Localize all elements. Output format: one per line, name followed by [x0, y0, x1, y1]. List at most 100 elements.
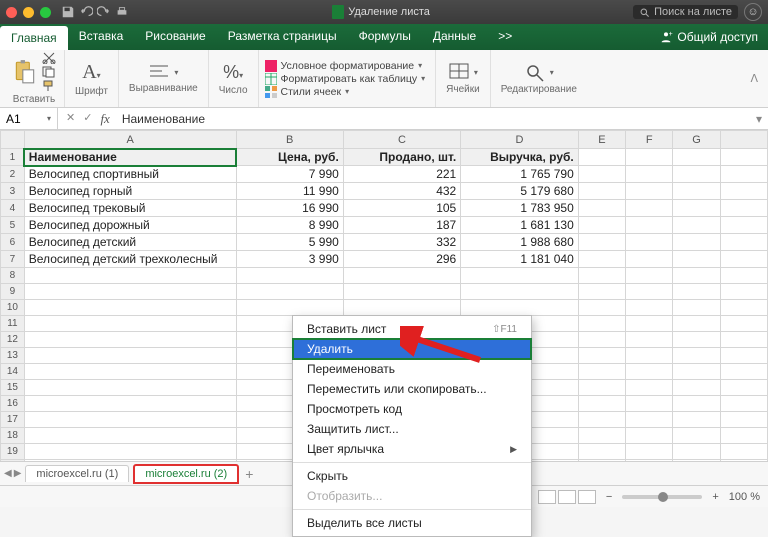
undo-icon[interactable] — [79, 5, 93, 19]
zoom-in-button[interactable]: + — [712, 491, 718, 503]
conditional-formatting-button[interactable]: Условное форматирование▾ — [265, 60, 426, 72]
menu-rename-sheet[interactable]: Переименовать — [293, 359, 531, 379]
select-all-corner[interactable] — [1, 131, 25, 149]
name-box[interactable]: A1▾ — [0, 108, 58, 129]
cell[interactable]: Наименование — [24, 149, 236, 166]
cell[interactable]: Продано, шт. — [343, 149, 460, 166]
save-icon[interactable] — [61, 5, 75, 19]
tab-home[interactable]: Главная — [0, 26, 68, 50]
tab-insert[interactable]: Вставка — [68, 24, 135, 50]
col-header[interactable]: E — [578, 131, 625, 149]
menu-protect-sheet[interactable]: Защитить лист... — [293, 419, 531, 439]
cell[interactable]: 105 — [343, 200, 460, 217]
cell[interactable]: 11 990 — [236, 183, 343, 200]
col-header[interactable] — [720, 131, 767, 149]
tab-data[interactable]: Данные — [422, 24, 487, 50]
cell[interactable]: 432 — [343, 183, 460, 200]
accept-formula-icon[interactable]: ✓ — [83, 111, 92, 127]
format-painter-icon[interactable] — [42, 80, 56, 92]
window-title: Удаление листа — [348, 6, 430, 18]
tab-page-layout[interactable]: Разметка страницы — [217, 24, 348, 50]
add-sheet-button[interactable]: + — [245, 466, 253, 482]
menu-view-code[interactable]: Просмотреть код — [293, 399, 531, 419]
search-icon — [639, 7, 650, 18]
menu-hide-sheet[interactable]: Скрыть — [293, 466, 531, 486]
close-window-icon[interactable] — [6, 7, 17, 18]
tab-formulas[interactable]: Формулы — [348, 24, 422, 50]
search-input[interactable]: Поиск на листе — [633, 5, 738, 19]
cell[interactable]: 187 — [343, 217, 460, 234]
cell[interactable]: 1 765 790 — [461, 166, 579, 183]
copy-icon[interactable] — [42, 66, 56, 78]
window-controls[interactable] — [6, 7, 51, 18]
zoom-slider[interactable] — [622, 495, 702, 499]
format-as-table-button[interactable]: Форматировать как таблицу▾ — [265, 73, 426, 85]
sheet-tab-1[interactable]: microexcel.ru (1) — [25, 465, 129, 482]
col-header[interactable]: G — [673, 131, 720, 149]
editing-icon[interactable] — [524, 62, 546, 82]
cell[interactable]: Велосипед детский — [24, 234, 236, 251]
cell[interactable]: 8 990 — [236, 217, 343, 234]
cell[interactable]: Выручка, руб. — [461, 149, 579, 166]
share-button[interactable]: + Общий доступ — [649, 24, 768, 50]
menu-insert-sheet[interactable]: Вставить лист⇧F11 — [293, 319, 531, 339]
cancel-formula-icon[interactable]: ✕ — [66, 111, 75, 127]
cells-icon[interactable] — [448, 62, 470, 82]
sheet-tab-2[interactable]: microexcel.ru (2) — [133, 464, 239, 484]
redo-icon[interactable] — [97, 5, 111, 19]
font-label-icon[interactable]: A▾ — [82, 61, 100, 84]
tab-more[interactable]: >> — [487, 24, 523, 50]
cond-format-icon — [265, 60, 277, 72]
col-header[interactable]: F — [626, 131, 673, 149]
sheet-nav-next-icon[interactable]: ▶ — [14, 468, 22, 479]
menu-unhide-sheet: Отобразить... — [293, 486, 531, 506]
col-header[interactable]: C — [343, 131, 460, 149]
cell[interactable]: Цена, руб. — [236, 149, 343, 166]
cell-styles-button[interactable]: Стили ячеек▾ — [265, 86, 426, 98]
cell[interactable]: 1 181 040 — [461, 251, 579, 268]
cut-icon[interactable] — [42, 52, 56, 64]
menu-select-all-sheets[interactable]: Выделить все листы — [293, 513, 531, 533]
sheet-nav-prev-icon[interactable]: ◀ — [4, 468, 12, 479]
cell[interactable]: 3 990 — [236, 251, 343, 268]
zoom-out-button[interactable]: − — [606, 491, 612, 503]
minimize-window-icon[interactable] — [23, 7, 34, 18]
cell[interactable]: Велосипед трековый — [24, 200, 236, 217]
tab-draw[interactable]: Рисование — [134, 24, 216, 50]
cell[interactable]: 7 990 — [236, 166, 343, 183]
feedback-icon[interactable]: ☺ — [744, 3, 762, 21]
cell[interactable]: 16 990 — [236, 200, 343, 217]
cell[interactable]: 5 990 — [236, 234, 343, 251]
page-layout-view-icon[interactable] — [558, 490, 576, 504]
svg-text:+: + — [669, 31, 673, 38]
page-break-view-icon[interactable] — [578, 490, 596, 504]
cell[interactable]: Велосипед спортивный — [24, 166, 236, 183]
collapse-ribbon-icon[interactable]: ᐱ — [750, 72, 764, 85]
zoom-window-icon[interactable] — [40, 7, 51, 18]
fx-icon[interactable]: fx — [100, 111, 109, 127]
cell[interactable]: 5 179 680 — [461, 183, 579, 200]
cell[interactable]: 296 — [343, 251, 460, 268]
normal-view-icon[interactable] — [538, 490, 556, 504]
zoom-level[interactable]: 100 % — [729, 491, 760, 503]
cell[interactable]: Велосипед горный — [24, 183, 236, 200]
cell[interactable]: 1 783 950 — [461, 200, 579, 217]
cell[interactable]: 221 — [343, 166, 460, 183]
menu-move-copy-sheet[interactable]: Переместить или скопировать... — [293, 379, 531, 399]
cell[interactable]: Велосипед дорожный — [24, 217, 236, 234]
formula-bar[interactable]: Наименование — [118, 112, 750, 126]
col-header[interactable]: D — [461, 131, 579, 149]
cell[interactable]: 1 681 130 — [461, 217, 579, 234]
print-icon[interactable] — [115, 5, 129, 19]
paste-icon[interactable] — [12, 59, 38, 85]
menu-tab-color[interactable]: Цвет ярлычка▶ — [293, 439, 531, 459]
col-header[interactable]: A — [24, 131, 236, 149]
cell[interactable]: 1 988 680 — [461, 234, 579, 251]
expand-formula-bar-icon[interactable]: ▾ — [750, 112, 768, 126]
col-header[interactable]: B — [236, 131, 343, 149]
cell[interactable]: Велосипед детский трехколесный — [24, 251, 236, 268]
menu-delete-sheet[interactable]: Удалить — [293, 339, 531, 359]
align-icon[interactable] — [148, 63, 170, 81]
number-format-icon[interactable]: %▾ — [223, 62, 243, 83]
cell[interactable]: 332 — [343, 234, 460, 251]
